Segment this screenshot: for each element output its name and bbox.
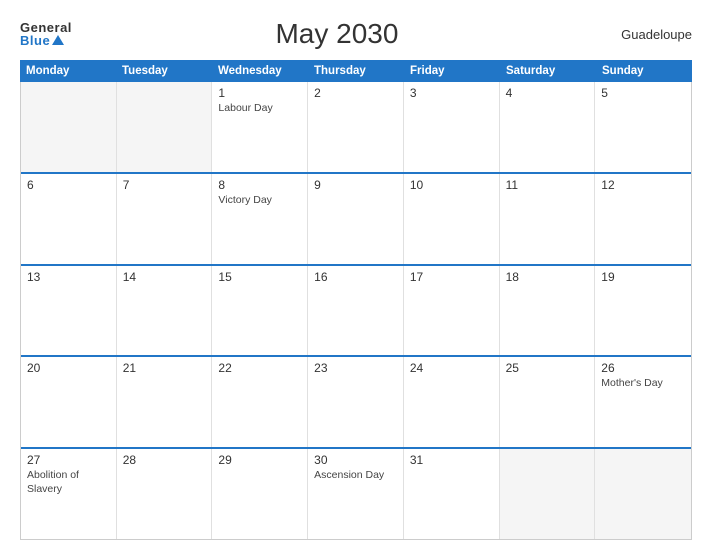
col-wednesday: Wednesday — [212, 60, 308, 82]
day-number: 9 — [314, 178, 397, 192]
day-number: 25 — [506, 361, 589, 375]
day-number: 10 — [410, 178, 493, 192]
cell-w3-d3: 15 — [212, 266, 308, 356]
cell-w1-d5: 3 — [404, 82, 500, 172]
day-number: 14 — [123, 270, 206, 284]
day-number: 24 — [410, 361, 493, 375]
col-sunday: Sunday — [596, 60, 692, 82]
logo-blue-text: Blue — [20, 34, 64, 47]
cell-w1-d1 — [21, 82, 117, 172]
cell-w1-d4: 2 — [308, 82, 404, 172]
logo: General Blue — [20, 21, 72, 47]
week-1: 1 Labour Day 2345 — [21, 82, 691, 174]
week-5: 27 Abolition of Slavery 28 29 30 Ascension Da… — [21, 449, 691, 540]
cell-w2-d2: 7 — [117, 174, 213, 264]
day-number: 2 — [314, 86, 397, 100]
day-number: 19 — [601, 270, 685, 284]
cell-w4-d5: 24 — [404, 357, 500, 447]
cell-w5-d1: 27 Abolition of Slavery — [21, 449, 117, 539]
day-number: 11 — [506, 178, 589, 192]
day-number: 5 — [601, 86, 685, 100]
page: General Blue May 2030 Guadeloupe Monday … — [0, 0, 712, 550]
day-number: 20 — [27, 361, 110, 375]
cell-w3-d4: 16 — [308, 266, 404, 356]
cell-w1-d6: 4 — [500, 82, 596, 172]
calendar: Monday Tuesday Wednesday Thursday Friday… — [20, 60, 692, 540]
day-number: 16 — [314, 270, 397, 284]
week-4: 20 21 22 23 24 25 26 Mother's Day — [21, 357, 691, 449]
cell-w1-d2 — [117, 82, 213, 172]
cell-w4-d2: 21 — [117, 357, 213, 447]
day-number: 28 — [123, 453, 206, 467]
event-label: Ascension Day — [314, 469, 397, 483]
col-tuesday: Tuesday — [116, 60, 212, 82]
day-number: 26 — [601, 361, 685, 375]
cell-w4-d6: 25 — [500, 357, 596, 447]
cell-w4-d3: 22 — [212, 357, 308, 447]
day-number: 12 — [601, 178, 685, 192]
cell-w4-d4: 23 — [308, 357, 404, 447]
day-number: 23 — [314, 361, 397, 375]
col-friday: Friday — [404, 60, 500, 82]
calendar-header: Monday Tuesday Wednesday Thursday Friday… — [20, 60, 692, 82]
day-number: 1 — [218, 86, 301, 100]
day-number: 8 — [218, 178, 301, 192]
cell-w5-d4: 30 Ascension Day — [308, 449, 404, 539]
cell-w3-d6: 18 — [500, 266, 596, 356]
cell-w2-d7: 12 — [595, 174, 691, 264]
logo-blue-label: Blue — [20, 34, 50, 47]
cell-w3-d7: 19 — [595, 266, 691, 356]
col-thursday: Thursday — [308, 60, 404, 82]
day-number: 3 — [410, 86, 493, 100]
day-number: 27 — [27, 453, 110, 467]
region-label: Guadeloupe — [602, 27, 692, 42]
cell-w4-d1: 20 — [21, 357, 117, 447]
col-monday: Monday — [20, 60, 116, 82]
day-number: 13 — [27, 270, 110, 284]
cell-w1-d7: 5 — [595, 82, 691, 172]
event-label: Mother's Day — [601, 377, 685, 391]
day-number: 18 — [506, 270, 589, 284]
cell-w5-d3: 29 — [212, 449, 308, 539]
cell-w4-d7: 26 Mother's Day — [595, 357, 691, 447]
week-2: 678 Victory Day 9 10 11 12 — [21, 174, 691, 266]
event-label: Victory Day — [218, 194, 301, 208]
cell-w2-d1: 6 — [21, 174, 117, 264]
logo-triangle-icon — [52, 35, 64, 45]
day-number: 21 — [123, 361, 206, 375]
day-number: 6 — [27, 178, 110, 192]
day-number: 7 — [123, 178, 206, 192]
cell-w3-d2: 14 — [117, 266, 213, 356]
day-number: 22 — [218, 361, 301, 375]
day-number: 30 — [314, 453, 397, 467]
cell-w2-d4: 9 — [308, 174, 404, 264]
day-number: 31 — [410, 453, 493, 467]
calendar-title: May 2030 — [72, 18, 602, 50]
calendar-body: 1Labour Day2345678Victory Day91011121314… — [20, 82, 692, 540]
cell-w5-d7 — [595, 449, 691, 539]
day-number: 4 — [506, 86, 589, 100]
day-number: 17 — [410, 270, 493, 284]
day-number: 29 — [218, 453, 301, 467]
cell-w3-d5: 17 — [404, 266, 500, 356]
cell-w1-d3: 1 Labour Day — [212, 82, 308, 172]
cell-w3-d1: 13 — [21, 266, 117, 356]
col-saturday: Saturday — [500, 60, 596, 82]
cell-w5-d6 — [500, 449, 596, 539]
cell-w5-d5: 31 — [404, 449, 500, 539]
cell-w2-d3: 8 Victory Day — [212, 174, 308, 264]
week-3: 13 14 15 16 17 18 19 — [21, 266, 691, 358]
cell-w2-d5: 10 — [404, 174, 500, 264]
cell-w5-d2: 28 — [117, 449, 213, 539]
event-label: Labour Day — [218, 102, 301, 116]
day-number: 15 — [218, 270, 301, 284]
cell-w2-d6: 11 — [500, 174, 596, 264]
event-label: Abolition of Slavery — [27, 469, 110, 496]
header: General Blue May 2030 Guadeloupe — [20, 18, 692, 50]
